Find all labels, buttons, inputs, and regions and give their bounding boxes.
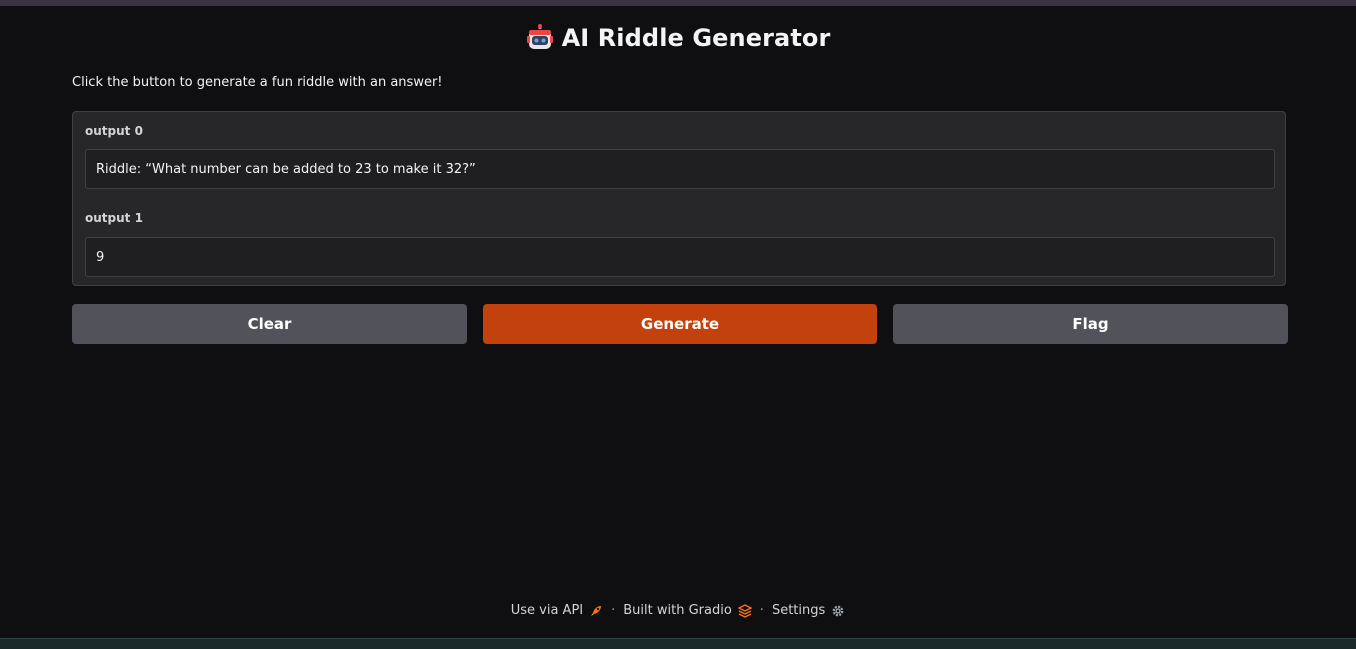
footer-separator: · xyxy=(759,603,764,618)
output-1-textbox[interactable]: 9 xyxy=(85,237,1275,277)
page-title: AI Riddle Generator xyxy=(561,24,831,52)
rocket-icon xyxy=(591,605,602,616)
gear-icon xyxy=(832,605,844,616)
gradio-logo-icon xyxy=(737,603,752,618)
built-with-gradio-link[interactable]: Built with Gradio xyxy=(623,603,752,618)
use-via-api-label: Use via API xyxy=(510,603,584,618)
built-with-gradio-label: Built with Gradio xyxy=(623,603,732,618)
output-0-label: output 0 xyxy=(85,124,143,138)
robot-icon xyxy=(526,24,553,49)
page-header: AI Riddle Generator xyxy=(0,24,1356,52)
generate-button[interactable]: Generate xyxy=(483,304,877,344)
settings-link[interactable]: Settings xyxy=(772,603,845,618)
output-0-textbox[interactable]: Riddle: “What number can be added to 23 … xyxy=(85,149,1275,189)
browser-top-strip xyxy=(0,0,1356,6)
flag-button[interactable]: Flag xyxy=(893,304,1288,344)
page-description: Click the button to generate a fun riddl… xyxy=(72,75,443,90)
footer-separator: · xyxy=(611,603,616,618)
output-1-label: output 1 xyxy=(85,211,143,225)
settings-label: Settings xyxy=(771,603,826,618)
clear-button[interactable]: Clear xyxy=(72,304,467,344)
output-panel: output 0 Riddle: “What number can be add… xyxy=(72,111,1286,286)
use-via-api-link[interactable]: Use via API xyxy=(511,603,603,618)
os-taskbar xyxy=(0,638,1356,649)
footer: Use via API · Built with Gradio · Settin… xyxy=(0,603,1356,618)
